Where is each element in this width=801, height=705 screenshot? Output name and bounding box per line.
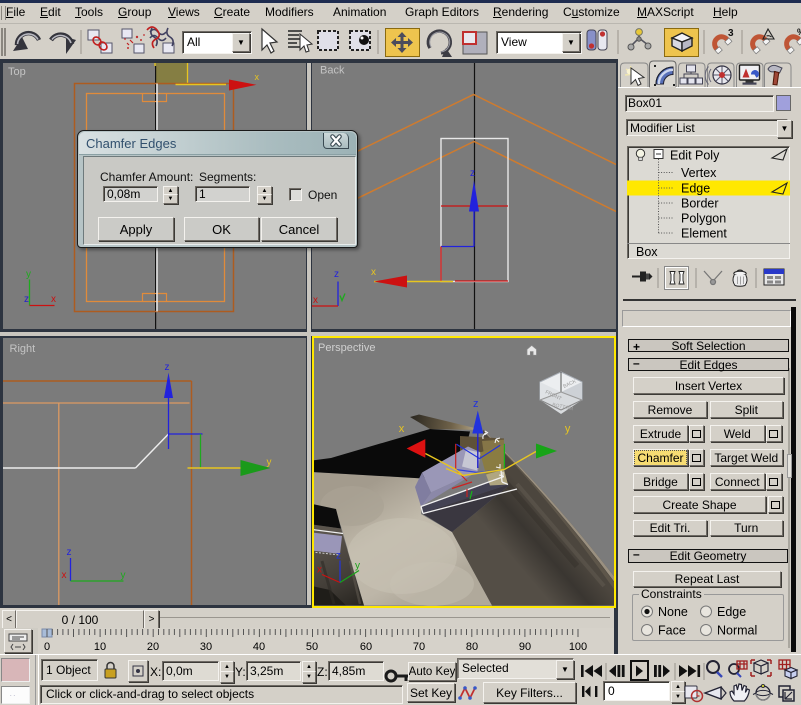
svg-text:Normal: Normal (717, 624, 757, 638)
svg-text:y: y (565, 423, 571, 435)
svg-text:90: 90 (519, 641, 531, 653)
svg-text:Element: Element (681, 227, 727, 241)
svg-text:y: y (26, 269, 31, 280)
svg-text:10: 10 (94, 641, 106, 653)
svg-text:20: 20 (147, 641, 159, 653)
svg-text:40: 40 (253, 641, 265, 653)
svg-text:Face: Face (658, 624, 686, 638)
svg-text:Box: Box (636, 245, 658, 259)
svg-text:Edge: Edge (717, 605, 746, 619)
svg-text:Perspective: Perspective (318, 342, 375, 354)
svg-text:Vertex: Vertex (681, 166, 717, 180)
svg-text:z: z (164, 362, 169, 373)
svg-text:3: 3 (728, 28, 734, 39)
svg-text:z: z (334, 269, 339, 280)
svg-text:Polygon: Polygon (681, 212, 726, 226)
svg-text:None: None (658, 605, 688, 619)
svg-text:y: y (266, 457, 271, 468)
svg-text:y: y (355, 560, 360, 571)
svg-text:x: x (399, 423, 405, 435)
svg-text:80: 80 (466, 641, 478, 653)
svg-text:30: 30 (200, 641, 212, 653)
svg-text:Back: Back (320, 64, 345, 76)
svg-text:y: y (120, 570, 125, 581)
svg-text:50: 50 (306, 641, 318, 653)
svg-text:Edge: Edge (681, 182, 710, 196)
svg-text:z: z (470, 168, 475, 179)
svg-text:100: 100 (569, 641, 587, 653)
svg-text:Right: Right (9, 343, 35, 355)
svg-text:x: x (51, 294, 56, 305)
svg-text:%: % (797, 27, 801, 37)
svg-text:0: 0 (44, 641, 50, 653)
svg-text:z: z (473, 398, 479, 410)
svg-text:x: x (313, 295, 318, 306)
svg-text:z: z (336, 550, 341, 561)
svg-text:Top: Top (8, 66, 26, 78)
svg-text:60: 60 (360, 641, 372, 653)
svg-text:x: x (254, 72, 259, 82)
svg-text:70: 70 (413, 641, 425, 653)
svg-text:z: z (24, 294, 29, 305)
svg-text:z: z (66, 547, 71, 558)
svg-text:Border: Border (681, 197, 719, 211)
svg-text:Edit Poly: Edit Poly (670, 149, 720, 163)
svg-text:x: x (317, 564, 322, 575)
svg-text:x: x (371, 267, 376, 278)
svg-text:x: x (61, 570, 66, 581)
